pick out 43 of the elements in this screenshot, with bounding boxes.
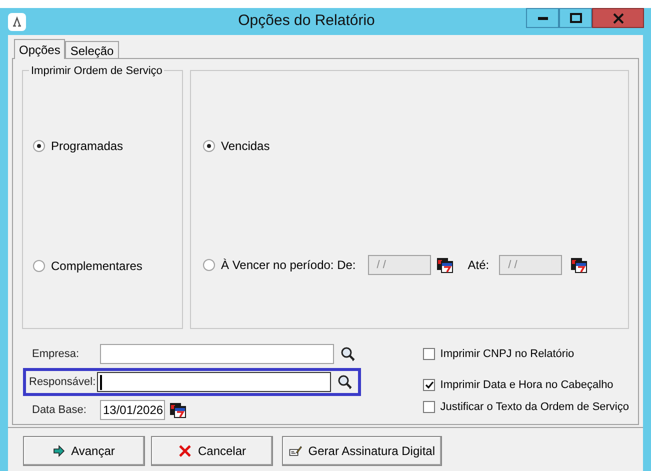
tab[interactable]: Seleção: [65, 41, 119, 58]
to-label: Até:: [468, 257, 490, 274]
radio-button[interactable]: [33, 260, 45, 272]
window-title: Opções do Relatório: [237, 11, 376, 32]
radio-label: Vencidas: [221, 138, 270, 155]
calendar-icon[interactable]: [169, 401, 187, 419]
close-icon: [612, 12, 624, 24]
checkbox[interactable]: [423, 378, 436, 391]
field-label: Responsável:: [29, 374, 97, 390]
date-field[interactable]: 13/01/2026: [100, 400, 165, 420]
radio-label: À Vencer no período: De:: [221, 257, 356, 274]
field-label: Data Base:: [32, 402, 88, 418]
minimize-button[interactable]: [526, 8, 559, 28]
x-icon: [178, 444, 192, 458]
cancel-button[interactable]: Cancelar: [151, 436, 273, 466]
app-icon: [7, 12, 27, 32]
search-icon[interactable]: [337, 374, 353, 390]
maximize-button[interactable]: [559, 8, 592, 28]
checkbox-label: Imprimir CNPJ no Relatório: [440, 347, 574, 362]
group-title: Imprimir Ordem de Serviço: [29, 63, 164, 80]
field-label: Empresa:: [32, 346, 80, 362]
radio-label: Complementares: [51, 258, 142, 275]
tab[interactable]: Opções: [14, 39, 66, 59]
radio-label: Programadas: [51, 138, 124, 155]
radio-button[interactable]: [203, 259, 215, 271]
maximize-icon: [570, 13, 582, 23]
pen-document-icon: [289, 443, 302, 459]
input-field[interactable]: [100, 344, 334, 364]
search-icon[interactable]: [340, 346, 356, 362]
close-button[interactable]: [592, 8, 644, 28]
checkbox[interactable]: [423, 401, 436, 414]
checkbox[interactable]: [423, 348, 436, 360]
minimize-icon: [538, 16, 548, 20]
input-field[interactable]: [97, 372, 331, 392]
radio-button[interactable]: [203, 140, 215, 152]
checkbox-label: Imprimir Data e Hora no Cabeçalho: [440, 378, 614, 392]
next-button[interactable]: Avançar: [23, 436, 145, 466]
sign-button[interactable]: Gerar Assinatura Digital: [282, 436, 442, 466]
checkbox-label: Justificar o Texto da Ordem de Serviço: [440, 400, 629, 415]
radio-button[interactable]: [33, 140, 45, 152]
arrow-right-icon: [53, 445, 66, 457]
calendar-icon[interactable]: [570, 256, 588, 274]
calendar-icon[interactable]: [436, 256, 454, 274]
